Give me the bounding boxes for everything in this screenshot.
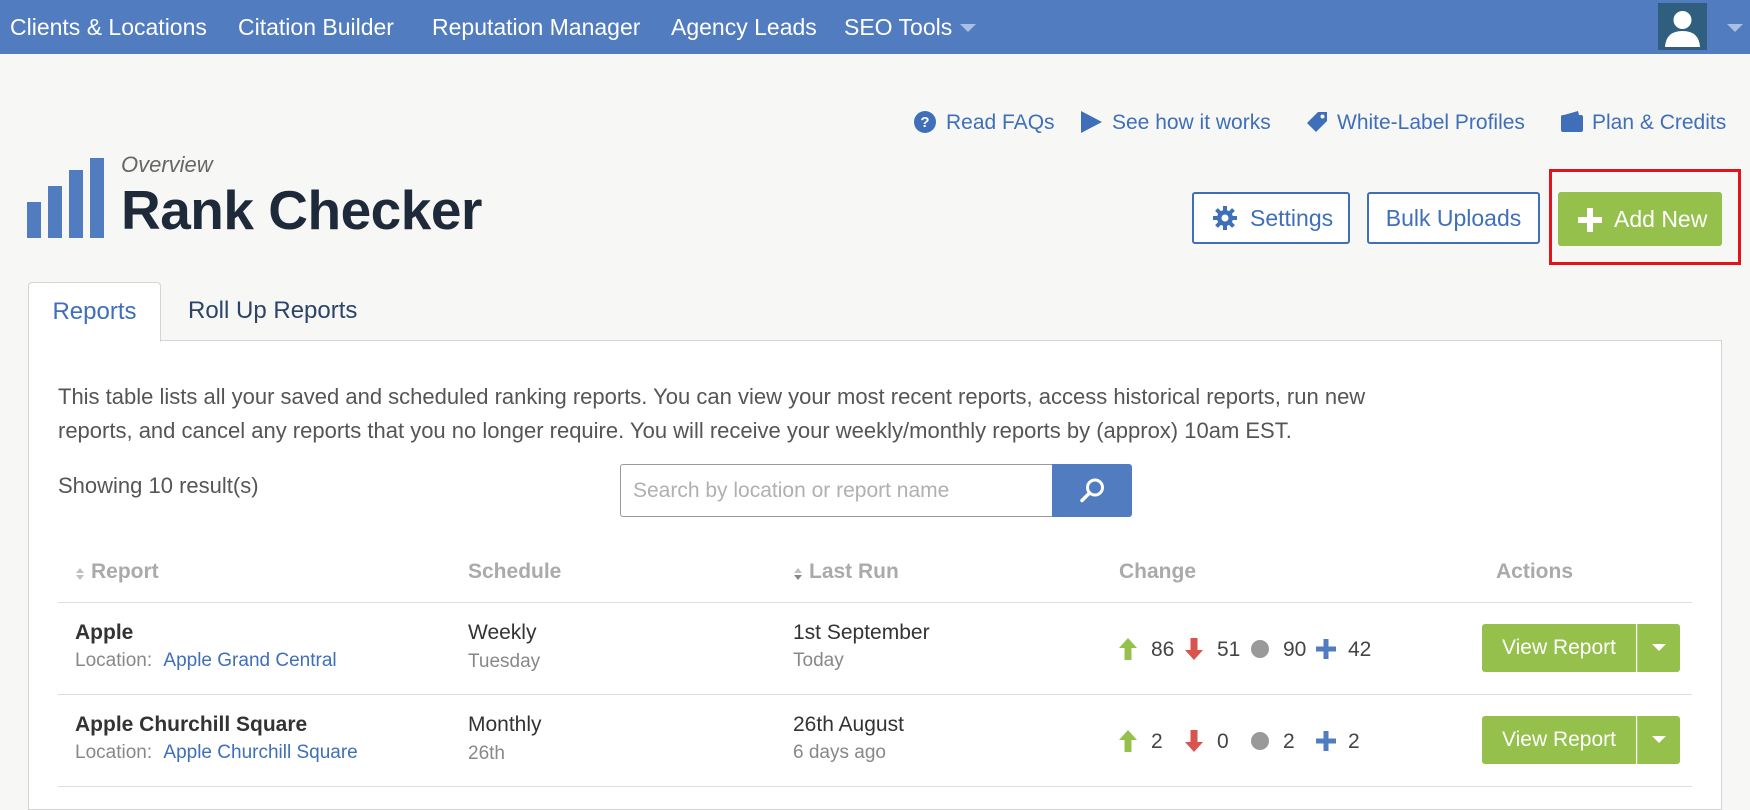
page-overline: Overview	[121, 152, 213, 177]
view-report-button[interactable]: View Report	[1482, 716, 1636, 764]
gear-icon	[1213, 206, 1237, 230]
report-name: Apple	[75, 621, 134, 644]
sort-icon[interactable]	[75, 566, 85, 582]
change-up: 2	[1151, 730, 1163, 753]
change-down: 51	[1217, 638, 1241, 661]
last-run-sub: 6 days ago	[793, 742, 886, 763]
tab-reports[interactable]: Reports	[28, 282, 161, 342]
wallet-icon	[1561, 111, 1583, 132]
schedule-sub: 26th	[468, 743, 505, 764]
bulk-uploads-button[interactable]: Bulk Uploads	[1367, 192, 1540, 244]
arrow-down-icon	[1185, 638, 1203, 660]
nav-seo-tools[interactable]: SEO Tools	[844, 0, 952, 54]
location-line: Location: Apple Grand Central	[75, 650, 337, 672]
location-link[interactable]: Apple Churchill Square	[163, 742, 357, 763]
bulk-uploads-label: Bulk Uploads	[1385, 205, 1522, 231]
last-run: 26th August	[793, 713, 904, 736]
intro-text: This table lists all your saved and sche…	[58, 384, 1366, 443]
change-same: 2	[1283, 730, 1295, 753]
white-label-label: White-Label Profiles	[1337, 111, 1525, 134]
read-faqs-label: Read FAQs	[946, 111, 1055, 134]
arrow-up-icon	[1119, 730, 1137, 752]
highlight-box	[1549, 169, 1741, 265]
location-prefix: Location:	[75, 650, 153, 671]
view-report-dropdown-chevron-icon[interactable]	[1637, 716, 1680, 764]
location-link[interactable]: Apple Grand Central	[163, 650, 336, 671]
plan-credits-link[interactable]: Plan & Credits	[1560, 108, 1727, 138]
play-icon	[1081, 111, 1102, 133]
white-label-link[interactable]: White-Label Profiles	[1305, 108, 1526, 138]
settings-label: Settings	[1250, 205, 1334, 231]
arrow-up-icon	[1119, 638, 1137, 660]
view-report-dropdown-chevron-icon[interactable]	[1637, 624, 1680, 672]
see-how-label: See how it works	[1112, 111, 1271, 134]
user-menu-chevron-icon[interactable]	[1727, 24, 1743, 32]
bar-chart-icon	[27, 158, 104, 238]
divider	[58, 694, 1692, 695]
arrow-down-icon	[1185, 730, 1203, 752]
th-report[interactable]: Report	[91, 560, 159, 584]
divider	[58, 786, 1692, 787]
plus-icon	[1316, 731, 1336, 751]
tab-roll-up-reports[interactable]: Roll Up Reports	[188, 282, 357, 340]
location-prefix: Location:	[75, 742, 153, 763]
plan-credits-label: Plan & Credits	[1592, 111, 1727, 134]
change-new: 2	[1348, 730, 1360, 753]
change-new: 42	[1348, 638, 1372, 661]
top-nav: Clients & Locations Citation Builder Rep…	[0, 0, 1750, 54]
page-title: Rank Checker	[121, 179, 482, 241]
search-button[interactable]	[1052, 464, 1132, 517]
schedule-sub: Tuesday	[468, 651, 541, 672]
plus-icon	[1316, 639, 1336, 659]
nav-agency-leads[interactable]: Agency Leads	[671, 0, 817, 54]
settings-button[interactable]: Settings	[1192, 192, 1350, 244]
circle-icon	[1251, 732, 1269, 750]
th-last-run[interactable]: Last Run	[809, 560, 899, 584]
divider	[58, 602, 1692, 603]
tag-icon	[1307, 112, 1327, 132]
change-down: 0	[1217, 730, 1229, 753]
schedule: Monthly	[468, 713, 542, 736]
see-how-link[interactable]: See how it works	[1079, 108, 1271, 138]
nav-reputation-manager[interactable]: Reputation Manager	[432, 0, 640, 54]
view-report-button[interactable]: View Report	[1482, 624, 1636, 672]
nav-clients-locations[interactable]: Clients & Locations	[10, 0, 207, 54]
location-line: Location: Apple Churchill Square	[75, 742, 358, 764]
result-count: Showing 10 result(s)	[58, 473, 259, 498]
th-schedule: Schedule	[468, 560, 562, 583]
schedule: Weekly	[468, 621, 537, 644]
chevron-down-icon[interactable]	[960, 24, 976, 32]
nav-citation-builder[interactable]: Citation Builder	[238, 0, 394, 54]
user-icon	[1665, 11, 1700, 47]
change-up: 86	[1151, 638, 1175, 661]
question-icon: ?	[914, 111, 936, 133]
report-name: Apple Churchill Square	[75, 713, 308, 736]
th-actions: Actions	[1496, 560, 1574, 583]
change-same: 90	[1283, 638, 1307, 661]
last-run: 1st September	[793, 621, 930, 644]
search-input[interactable]	[620, 464, 1053, 517]
read-faqs-link[interactable]: ? Read FAQs	[913, 108, 1055, 138]
search-icon	[1080, 478, 1104, 503]
sort-icon[interactable]	[793, 566, 803, 582]
avatar[interactable]	[1658, 3, 1707, 50]
th-change: Change	[1119, 560, 1197, 583]
svg-text:?: ?	[920, 114, 929, 131]
circle-icon	[1251, 640, 1269, 658]
last-run-sub: Today	[793, 650, 844, 671]
